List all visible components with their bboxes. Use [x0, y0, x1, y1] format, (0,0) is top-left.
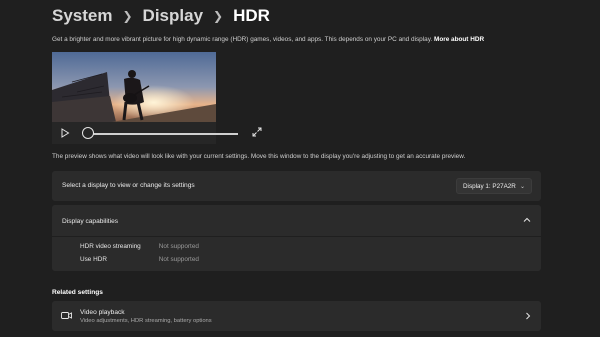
preview-note: The preview shows what video will look l…: [52, 153, 466, 160]
capability-value: Not supported: [158, 243, 199, 250]
chevron-down-icon: ⌄: [519, 184, 525, 190]
video-camera-icon: [61, 312, 72, 319]
display-dropdown[interactable]: Display 1: P27A2R ⌄: [456, 178, 532, 194]
seek-bar[interactable]: [88, 133, 238, 135]
video-player-controls: [52, 122, 262, 144]
hdr-preview-video: [52, 52, 216, 122]
expand-icon[interactable]: [252, 127, 262, 137]
video-playback-subtitle: Video adjustments, HDR streaming, batter…: [80, 318, 212, 324]
breadcrumb-system[interactable]: System: [52, 6, 112, 26]
display-capabilities-header[interactable]: Display capabilities: [52, 205, 541, 237]
video-playback-card[interactable]: Video playback Video adjustments, HDR st…: [52, 301, 541, 331]
capability-name: Use HDR: [80, 256, 107, 263]
more-about-hdr-link[interactable]: More about HDR: [434, 36, 484, 43]
chevron-right-icon: [526, 312, 531, 320]
capability-name: HDR video streaming: [80, 243, 141, 250]
chevron-right-icon: ❯: [213, 9, 224, 23]
display-select-card: Select a display to view or change its s…: [52, 171, 541, 201]
page-title: HDR: [233, 6, 270, 25]
display-capabilities-card: Display capabilities HDR video streaming…: [52, 205, 541, 271]
breadcrumb-display[interactable]: Display: [143, 6, 203, 26]
chevron-right-icon: ❯: [122, 9, 133, 23]
display-select-label: Select a display to view or change its s…: [62, 182, 195, 189]
video-playback-title: Video playback: [80, 309, 125, 316]
breadcrumb: System ❯ Display ❯ HDR: [52, 6, 270, 26]
capability-row: Use HDR Not supported: [80, 256, 199, 263]
seek-thumb[interactable]: [82, 127, 94, 139]
capability-value: Not supported: [158, 256, 199, 263]
related-settings-heading: Related settings: [52, 289, 103, 296]
preview-image: [52, 52, 216, 122]
play-icon[interactable]: [60, 128, 70, 138]
chevron-up-icon: [523, 217, 531, 222]
display-dropdown-value: Display 1: P27A2R: [463, 182, 516, 190]
description-text: Get a brighter and more vibrant picture …: [52, 36, 433, 43]
capability-row: HDR video streaming Not supported: [80, 243, 199, 250]
display-capabilities-title: Display capabilities: [62, 218, 119, 225]
hdr-description: Get a brighter and more vibrant picture …: [52, 36, 572, 43]
